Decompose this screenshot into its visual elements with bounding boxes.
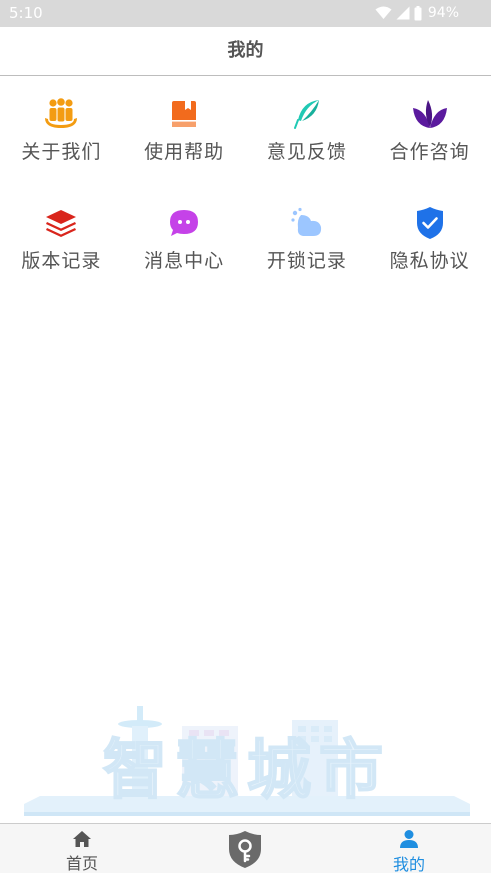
bottom-tab-bar: 首页 我的 — [0, 823, 491, 873]
key-shield-icon — [226, 829, 264, 869]
menu-item-label: 合作咨询 — [389, 141, 470, 163]
city-title-text: 智慧城市 — [103, 734, 391, 808]
menu-item-unlock-history[interactable]: 开锁记录 — [246, 204, 369, 313]
page-header: 我的 — [0, 27, 491, 76]
battery-percent: 94% — [427, 5, 459, 21]
person-icon — [399, 829, 419, 849]
tab-home[interactable]: 首页 — [22, 824, 142, 873]
status-time: 5:10 — [9, 4, 43, 22]
menu-item-version-history[interactable]: 版本记录 — [0, 204, 123, 313]
status-icons: 94% — [375, 4, 459, 22]
menu-item-cooperation[interactable]: 合作咨询 — [368, 95, 491, 204]
menu-item-label: 开锁记录 — [266, 250, 347, 272]
menu-item-privacy-policy[interactable]: 隐私协议 — [368, 204, 491, 313]
leaf-icon — [411, 95, 449, 133]
menu-item-label: 关于我们 — [21, 141, 102, 163]
status-bar: 5:10 94% — [0, 0, 491, 27]
tab-mine[interactable]: 我的 — [349, 824, 469, 873]
menu-item-help[interactable]: 使用帮助 — [123, 95, 246, 204]
layers-icon — [42, 204, 80, 242]
menu-item-label: 版本记录 — [21, 250, 102, 272]
city-skyline-illustration: 智慧城市 — [22, 700, 472, 818]
menu-row: 关于我们 使用帮助 意见反馈 合作咨询 — [0, 95, 491, 204]
tab-unlock[interactable] — [185, 824, 305, 873]
tab-label: 首页 — [65, 854, 98, 873]
home-icon — [72, 829, 92, 848]
menu-item-label: 隐私协议 — [389, 250, 470, 272]
menu-item-label: 消息中心 — [144, 250, 225, 272]
signal-icon — [396, 6, 410, 20]
menu-item-label: 意见反馈 — [266, 141, 347, 163]
menu-grid: 关于我们 使用帮助 意见反馈 合作咨询 版本记录 消息中心 开锁记录 隐私协议 — [0, 95, 491, 313]
menu-item-about-us[interactable]: 关于我们 — [0, 95, 123, 204]
menu-item-feedback[interactable]: 意见反馈 — [246, 95, 369, 204]
chat-bubble-icon — [165, 204, 203, 242]
wifi-icon — [375, 6, 392, 19]
feather-icon — [288, 95, 326, 133]
battery-icon — [414, 5, 422, 20]
menu-item-messages[interactable]: 消息中心 — [123, 204, 246, 313]
tab-label: 我的 — [392, 855, 425, 873]
people-group-icon — [42, 95, 80, 133]
menu-item-label: 使用帮助 — [144, 141, 225, 163]
shield-check-icon — [411, 204, 449, 242]
menu-row: 版本记录 消息中心 开锁记录 隐私协议 — [0, 204, 491, 313]
page-title: 我的 — [227, 40, 264, 61]
book-icon — [165, 95, 203, 133]
cloud-icon — [288, 204, 326, 242]
